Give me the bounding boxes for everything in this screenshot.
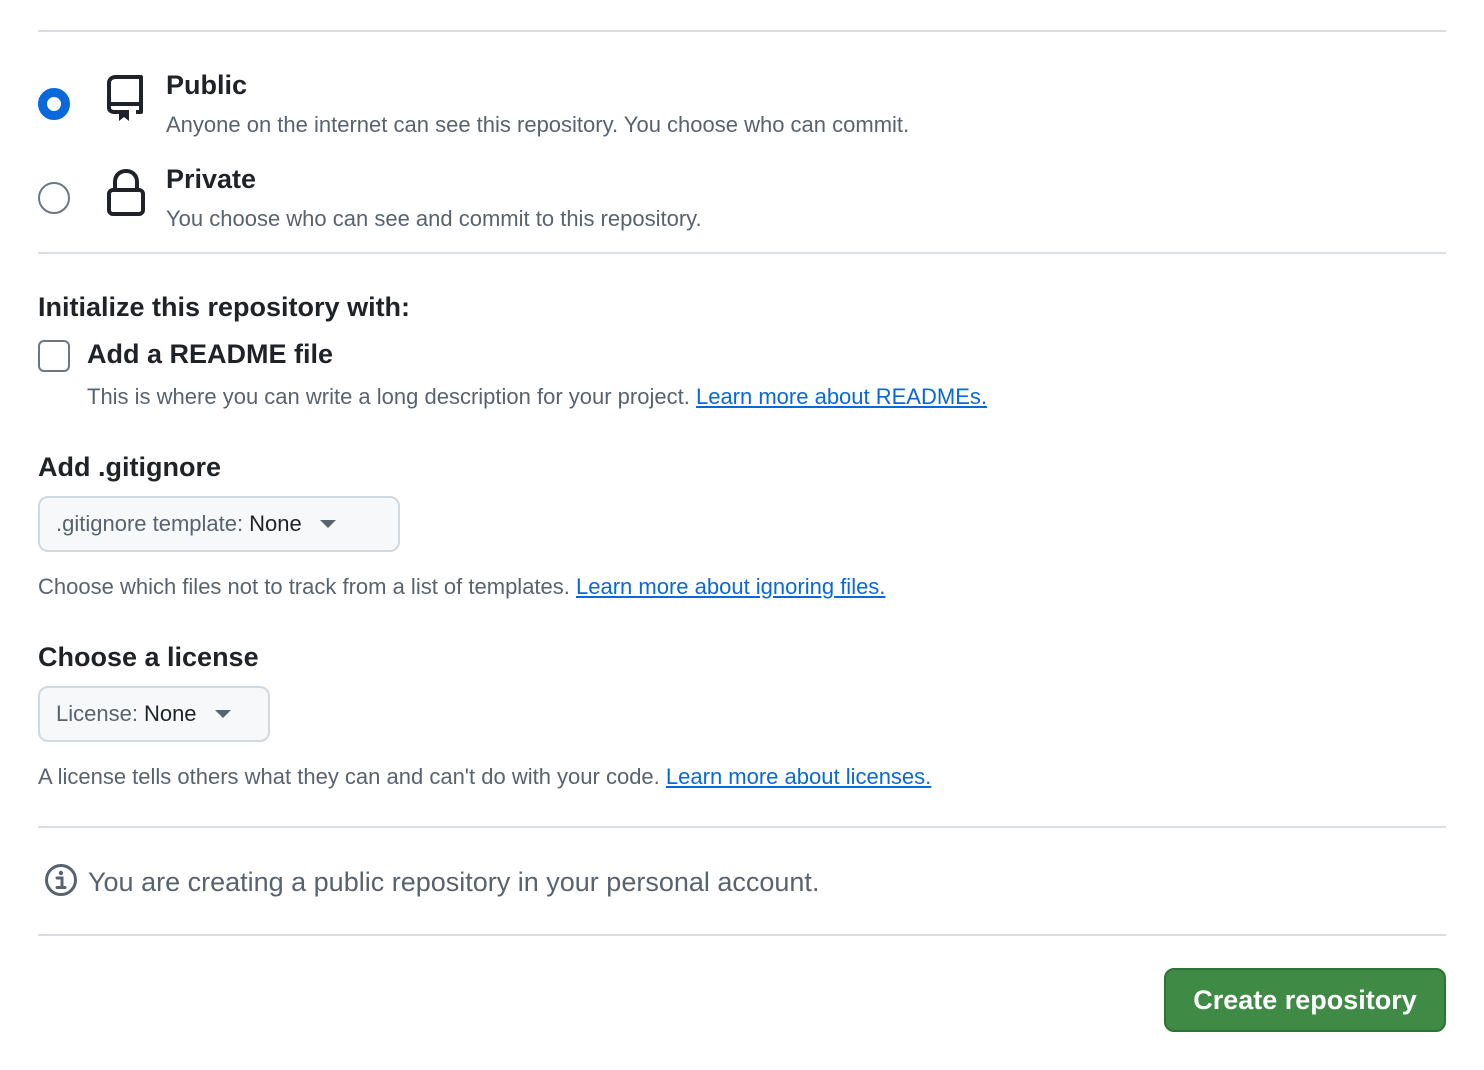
divider-after-visibility xyxy=(38,252,1446,254)
readme-checkbox[interactable] xyxy=(38,340,70,372)
readme-help: This is where you can write a long descr… xyxy=(87,384,987,410)
public-title: Public xyxy=(166,70,248,100)
divider-before-actions xyxy=(38,934,1446,936)
initialize-heading: Initialize this repository with: xyxy=(38,292,411,322)
readme-learn-more-link[interactable]: Learn more about READMEs. xyxy=(696,384,987,409)
repo-icon xyxy=(106,74,146,122)
license-help-text: A license tells others what they can and… xyxy=(38,764,660,789)
visibility-option-private[interactable]: Private You choose who can see and commi… xyxy=(38,164,1138,244)
gitignore-help: Choose which files not to track from a l… xyxy=(38,574,885,600)
license-learn-more-link[interactable]: Learn more about licenses. xyxy=(666,764,931,789)
gitignore-heading: Add .gitignore xyxy=(38,452,221,482)
divider-before-notice xyxy=(38,826,1446,828)
caret-down-icon xyxy=(319,520,336,528)
license-help: A license tells others what they can and… xyxy=(38,764,931,790)
private-radio[interactable] xyxy=(38,182,70,214)
lock-icon xyxy=(106,168,146,216)
readme-label[interactable]: Add a README file xyxy=(87,339,333,370)
visibility-notice: You are creating a public repository in … xyxy=(44,862,819,902)
gitignore-template-dropdown[interactable]: .gitignore template: None xyxy=(38,496,400,552)
caret-down-icon xyxy=(214,710,231,718)
top-divider xyxy=(38,30,1446,32)
public-radio[interactable] xyxy=(38,88,70,120)
info-icon xyxy=(44,863,78,902)
notice-text: You are creating a public repository in … xyxy=(88,866,820,897)
gitignore-learn-more-link[interactable]: Learn more about ignoring files. xyxy=(576,574,885,599)
public-description: Anyone on the internet can see this repo… xyxy=(166,112,910,137)
gitignore-help-text: Choose which files not to track from a l… xyxy=(38,574,570,599)
visibility-option-public[interactable]: Public Anyone on the internet can see th… xyxy=(38,70,1138,150)
license-dropdown-value: None xyxy=(143,701,197,726)
create-repository-button[interactable]: Create repository xyxy=(1164,968,1446,1032)
license-dropdown-prefix: License: xyxy=(56,701,138,726)
license-dropdown[interactable]: License: None xyxy=(38,686,270,742)
private-title: Private xyxy=(166,164,257,194)
license-heading: Choose a license xyxy=(38,642,259,672)
private-description: You choose who can see and commit to thi… xyxy=(166,206,702,231)
gitignore-dropdown-prefix: .gitignore template: xyxy=(56,511,244,536)
gitignore-dropdown-value: None xyxy=(249,511,302,536)
readme-help-text: This is where you can write a long descr… xyxy=(87,384,690,409)
